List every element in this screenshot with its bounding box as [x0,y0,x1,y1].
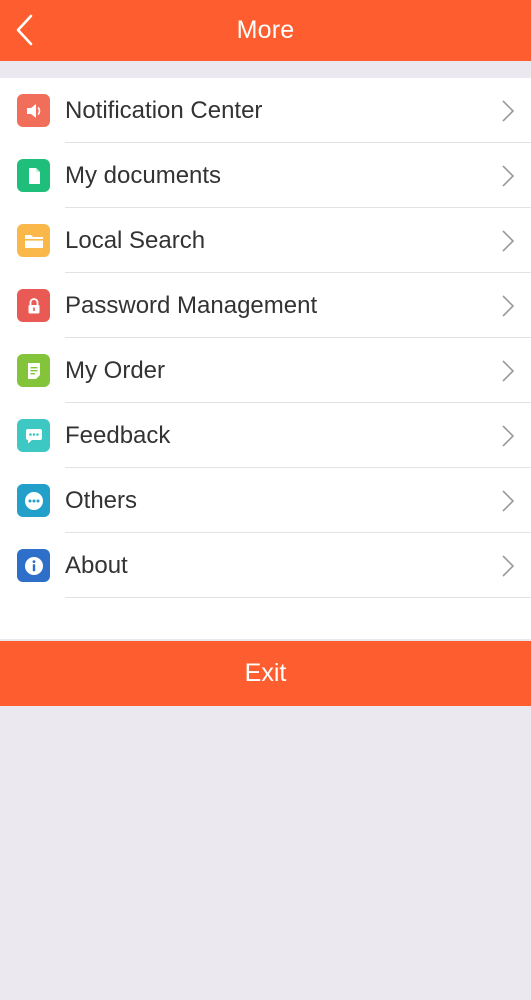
menu-item-label: My Order [65,357,166,384]
info-icon [17,549,50,582]
folder-icon [17,224,50,257]
chevron-left-icon [16,14,33,46]
document-icon [17,159,50,192]
back-button[interactable] [14,10,54,50]
menu-list: Notification Center My documents Local S… [0,78,531,639]
menu-item-notification-center[interactable]: Notification Center [0,78,531,143]
chevron-right-icon [502,230,515,252]
menu-item-label: Local Search [65,227,206,254]
chevron-right-icon [502,165,515,187]
chevron-right-icon [502,555,515,577]
menu-item-local-search[interactable]: Local Search [0,208,531,273]
menu-item-others[interactable]: Others [0,468,531,533]
chevron-right-icon [502,295,515,317]
order-list-icon [17,354,50,387]
speaker-icon [17,94,50,127]
menu-item-label: My documents [65,162,222,189]
more-dots-icon [17,484,50,517]
menu-item-my-order[interactable]: My Order [0,338,531,403]
exit-button[interactable]: Exit [0,641,531,706]
lock-icon [17,289,50,322]
menu-item-about[interactable]: About [0,533,531,598]
chevron-right-icon [502,490,515,512]
divider [65,597,531,598]
chevron-right-icon [502,425,515,447]
chat-bubble-icon [17,419,50,452]
menu-item-label: Notification Center [65,97,263,124]
menu-item-label: Password Management [65,292,318,319]
chevron-right-icon [502,360,515,382]
menu-item-password-management[interactable]: Password Management [0,273,531,338]
chevron-right-icon [502,100,515,122]
menu-item-feedback[interactable]: Feedback [0,403,531,468]
top-bar: More [0,0,531,61]
page-title: More [236,16,295,44]
menu-item-label: Feedback [65,422,171,449]
menu-item-my-documents[interactable]: My documents [0,143,531,208]
menu-item-label: Others [65,487,138,514]
menu-item-label: About [65,552,128,579]
